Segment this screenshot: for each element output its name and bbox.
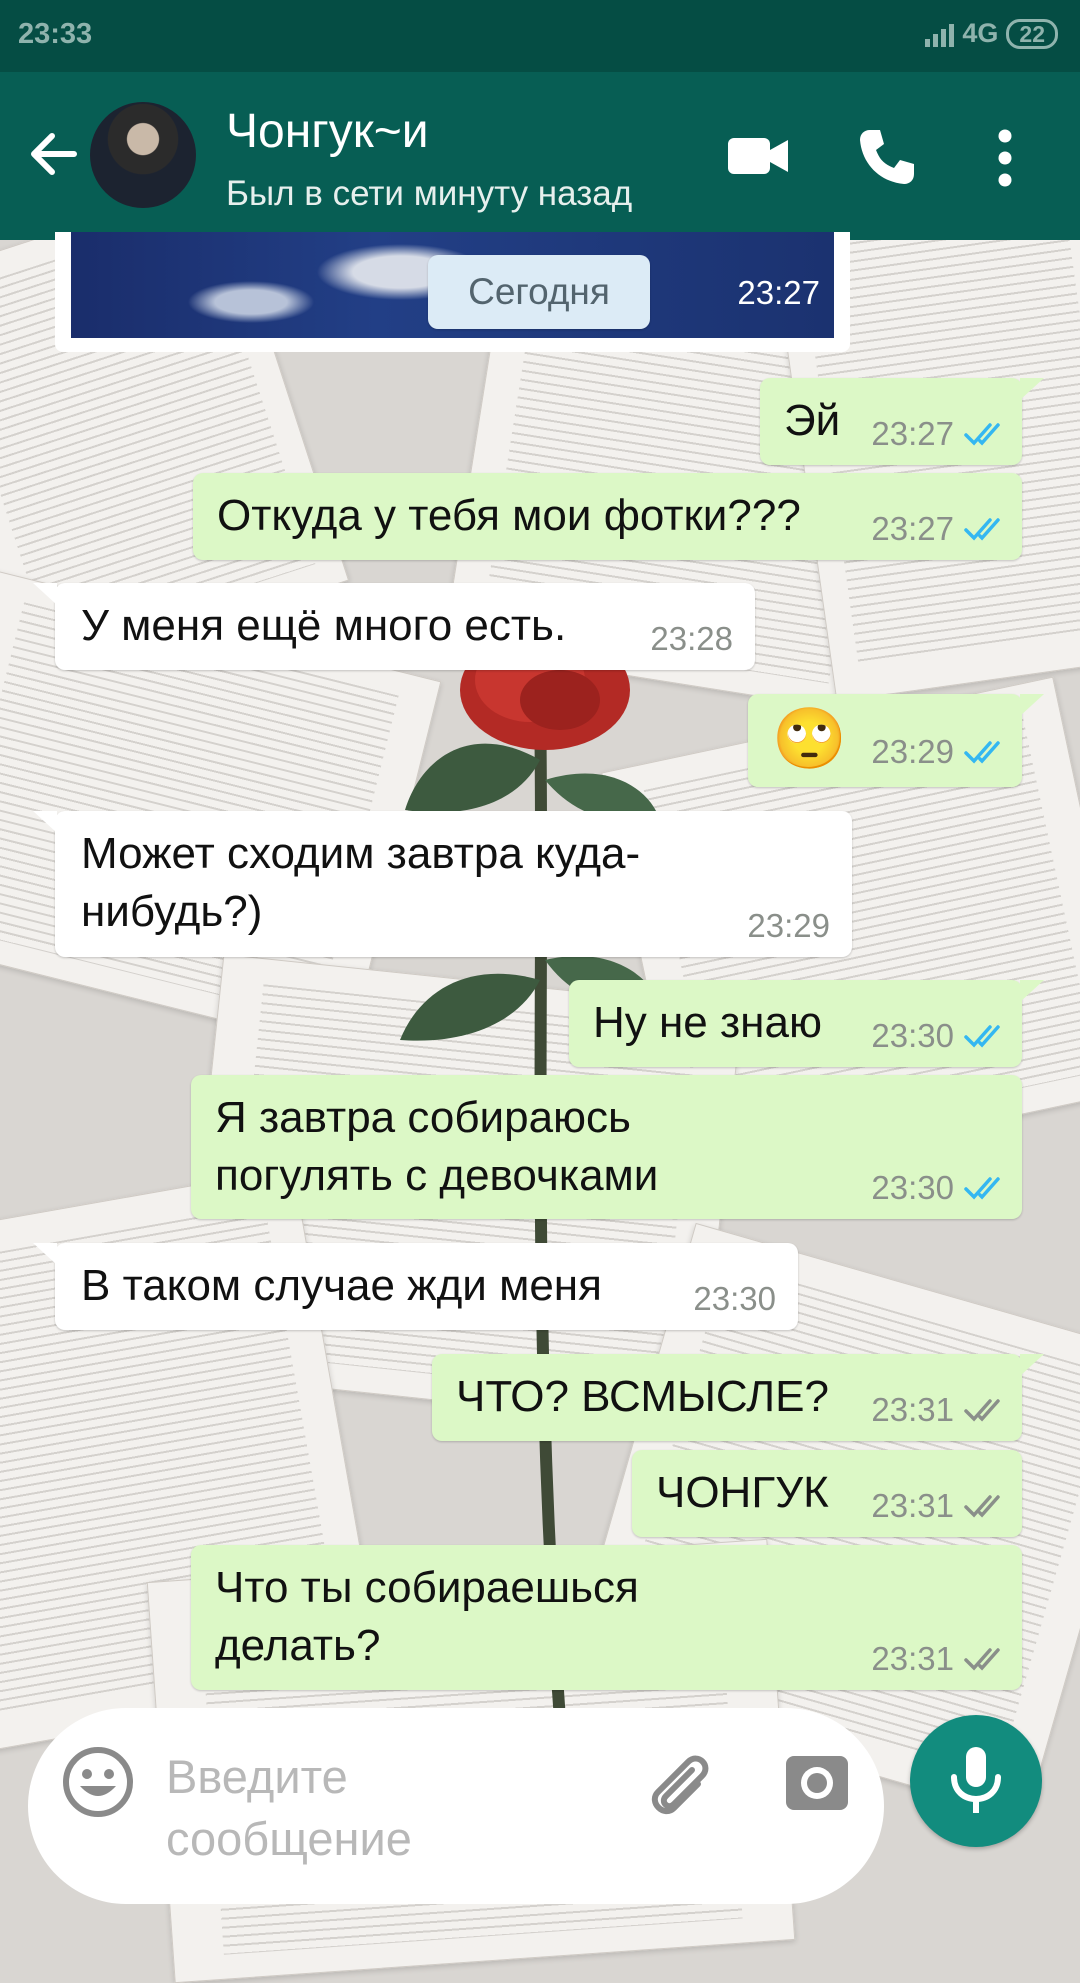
message-text: Ну не знаю xyxy=(593,998,822,1047)
read-ticks-icon xyxy=(964,518,1000,541)
message-text: Эй xyxy=(784,396,841,445)
message-text: Откуда у тебя мои фотки??? xyxy=(217,491,801,540)
camera-icon[interactable] xyxy=(784,1748,850,1814)
message-time: 23:29 xyxy=(747,907,830,944)
contact-status[interactable]: Был в сети минуту назад xyxy=(226,174,632,214)
message-time: 23:27 xyxy=(871,415,954,452)
message-text: ЧТО? ВСМЫСЛЕ? xyxy=(456,1372,829,1421)
microphone-icon xyxy=(951,1747,1001,1813)
message-bubble-incoming[interactable]: В таком случае жди меня 23:30 xyxy=(33,1243,798,1330)
message-time: 23:31 xyxy=(871,1487,954,1524)
message-composer[interactable]: Введите сообщение xyxy=(28,1708,884,1904)
message-time: 23:30 xyxy=(871,1017,954,1054)
image-message-time: 23:27 xyxy=(737,274,820,311)
read-ticks-icon xyxy=(964,1025,1000,1048)
status-time: 23:33 xyxy=(18,18,93,50)
message-bubble-outgoing[interactable]: Эй 23:27 xyxy=(760,378,1044,465)
message-bubble-outgoing[interactable]: ЧОНГУК 23:31 xyxy=(632,1450,1022,1537)
message-text: В таком случае жди меня xyxy=(81,1261,602,1310)
signal-icon xyxy=(925,21,955,47)
message-bubble-outgoing[interactable]: 🙄 23:29 xyxy=(748,694,1044,787)
message-bubble-outgoing[interactable]: Откуда у тебя мои фотки??? 23:27 xyxy=(193,473,1022,560)
contact-avatar[interactable] xyxy=(90,102,196,208)
status-bar: 23:33 4G 22 xyxy=(0,0,1080,72)
message-text: Я завтра собираюсь погулять с девочками xyxy=(215,1093,659,1200)
message-time: 23:29 xyxy=(871,733,954,770)
message-time: 23:30 xyxy=(693,1280,776,1317)
more-vertical-icon[interactable] xyxy=(994,128,1016,188)
message-time: 23:30 xyxy=(871,1169,954,1206)
message-time: 23:27 xyxy=(871,510,954,547)
message-bubble-outgoing[interactable]: Что ты собираешься делать? 23:31 xyxy=(191,1545,1022,1690)
phone-icon[interactable] xyxy=(856,126,916,186)
message-text: У меня ещё много есть. xyxy=(81,601,567,650)
message-text: Может сходим завтра куда- нибудь?) xyxy=(81,829,641,936)
smiley-icon[interactable] xyxy=(62,1746,134,1818)
message-input[interactable]: Введите сообщение xyxy=(166,1746,526,1870)
message-time: 23:31 xyxy=(871,1391,954,1428)
message-bubble-outgoing[interactable]: ЧТО? ВСМЫСЛЕ? 23:31 xyxy=(432,1354,1044,1441)
delivered-ticks-icon xyxy=(964,1495,1000,1518)
message-time: 23:31 xyxy=(871,1640,954,1677)
battery-level: 22 xyxy=(1019,20,1045,47)
read-ticks-icon xyxy=(964,1177,1000,1200)
read-ticks-icon xyxy=(964,741,1000,764)
chat-header: Чонгук~и Был в сети минуту назад xyxy=(0,72,1080,240)
message-bubble-incoming[interactable]: У меня ещё много есть. 23:28 xyxy=(33,583,755,670)
battery-icon: 22 xyxy=(1006,18,1058,49)
microphone-button[interactable] xyxy=(910,1715,1042,1847)
delivered-ticks-icon xyxy=(964,1399,1000,1422)
paperclip-icon[interactable] xyxy=(642,1748,716,1822)
read-ticks-icon xyxy=(964,423,1000,446)
message-bubble-outgoing[interactable]: Ну не знаю 23:30 xyxy=(569,980,1044,1067)
message-bubble-incoming[interactable]: Может сходим завтра куда- нибудь?) 23:29 xyxy=(33,811,852,957)
message-bubble-outgoing[interactable]: Я завтра собираюсь погулять с девочками … xyxy=(191,1075,1022,1219)
message-time: 23:28 xyxy=(650,620,733,657)
message-text: 🙄 xyxy=(772,705,847,772)
arrow-left-icon[interactable] xyxy=(24,124,84,184)
message-text: Что ты собираешься делать? xyxy=(215,1563,639,1670)
video-camera-icon[interactable] xyxy=(726,132,790,180)
date-divider: Сегодня xyxy=(428,255,650,329)
contact-name[interactable]: Чонгук~и xyxy=(226,104,429,159)
network-type: 4G xyxy=(962,18,999,48)
message-text: ЧОНГУК xyxy=(656,1468,829,1517)
delivered-ticks-icon xyxy=(964,1648,1000,1671)
